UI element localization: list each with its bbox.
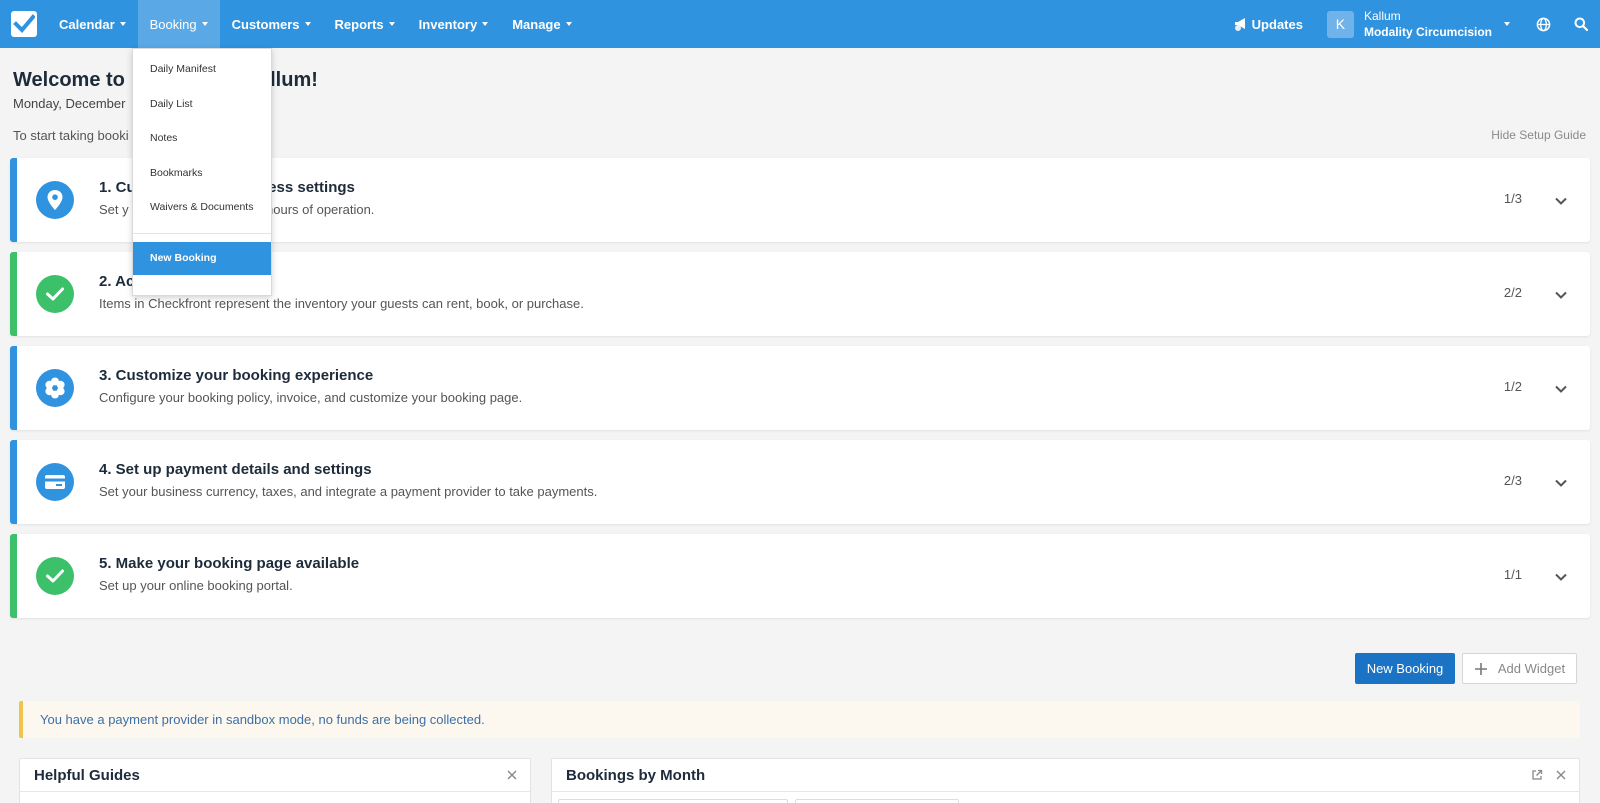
widget-divider bbox=[552, 791, 1579, 792]
nav-calendar-label: Calendar bbox=[59, 16, 115, 32]
current-date: Monday, December bbox=[13, 96, 126, 111]
step-progress: 1/2 bbox=[1503, 379, 1522, 394]
search-icon[interactable] bbox=[1562, 0, 1600, 48]
nav-reports[interactable]: Reports bbox=[323, 0, 407, 48]
step-description: Configure your booking policy, invoice, … bbox=[99, 390, 523, 405]
menu-item-notes[interactable]: Notes bbox=[133, 121, 271, 156]
sandbox-mode-alert: You have a payment provider in sandbox m… bbox=[19, 701, 1580, 738]
caret-down-icon bbox=[1504, 22, 1510, 26]
nav-inventory[interactable]: Inventory bbox=[407, 0, 501, 48]
date-range-select[interactable] bbox=[558, 799, 788, 803]
external-link-icon[interactable] bbox=[1531, 769, 1543, 781]
page-title: Welcome to allum! bbox=[13, 69, 318, 92]
nav-reports-label: Reports bbox=[334, 16, 384, 32]
nav-booking-label: Booking bbox=[149, 16, 197, 32]
check-icon bbox=[36, 275, 74, 313]
nav-manage-label: Manage bbox=[512, 16, 561, 32]
nav-customers-label: Customers bbox=[231, 16, 300, 32]
setup-step-5[interactable]: 5. Make your booking page available Set … bbox=[10, 534, 1590, 618]
close-icon[interactable] bbox=[1555, 769, 1567, 781]
step-title: 1. Cu ness settings bbox=[99, 179, 355, 196]
step-title: 5. Make your booking page available bbox=[99, 555, 360, 572]
caret-down-icon bbox=[482, 22, 489, 26]
step-progress: 1/1 bbox=[1503, 567, 1522, 582]
step-title-end: ness settings bbox=[259, 179, 355, 196]
menu-item-daily-manifest[interactable]: Daily Manifest bbox=[133, 52, 271, 87]
setup-intro-text: To start taking booki bbox=[13, 128, 129, 143]
widget-title: Helpful Guides bbox=[34, 767, 140, 784]
chevron-down-icon[interactable] bbox=[1554, 288, 1568, 302]
caret-down-icon bbox=[388, 22, 395, 26]
step-title: 2. Ac bbox=[99, 273, 135, 290]
globe-icon[interactable] bbox=[1524, 0, 1562, 48]
menu-item-new-booking[interactable]: New Booking bbox=[133, 241, 271, 275]
chevron-down-icon[interactable] bbox=[1554, 194, 1568, 208]
nav-inventory-label: Inventory bbox=[418, 16, 478, 32]
updates-label: Updates bbox=[1251, 16, 1303, 32]
caret-down-icon bbox=[119, 22, 126, 26]
gear-icon bbox=[36, 369, 74, 407]
step-title: 3. Customize your booking experience bbox=[99, 367, 374, 384]
step-progress: 1/3 bbox=[1503, 191, 1522, 206]
widget-divider bbox=[20, 791, 530, 792]
checkfront-logo-icon[interactable] bbox=[11, 11, 37, 37]
nav-manage[interactable]: Manage bbox=[500, 0, 583, 48]
close-icon[interactable] bbox=[506, 769, 518, 781]
hide-setup-guide-link[interactable]: Hide Setup Guide bbox=[1491, 128, 1586, 142]
location-pin-icon bbox=[36, 181, 74, 219]
caret-down-icon bbox=[201, 22, 208, 26]
new-booking-button[interactable]: New Booking bbox=[1355, 653, 1455, 684]
notification-dot-icon bbox=[1234, 24, 1241, 31]
caret-down-icon bbox=[304, 22, 311, 26]
chevron-down-icon[interactable] bbox=[1554, 382, 1568, 396]
chevron-down-icon[interactable] bbox=[1554, 570, 1568, 584]
nav-right: Updates K Kallum Modality Circumcision bbox=[1222, 0, 1600, 48]
caret-down-icon bbox=[565, 22, 572, 26]
user-name: Kallum bbox=[1363, 9, 1401, 23]
setup-step-3[interactable]: 3. Customize your booking experience Con… bbox=[10, 346, 1590, 430]
credit-card-icon bbox=[36, 463, 74, 501]
user-menu[interactable]: K Kallum Modality Circumcision bbox=[1326, 8, 1510, 40]
menu-item-daily-list[interactable]: Daily List bbox=[133, 87, 271, 122]
widget-title: Bookings by Month bbox=[566, 767, 706, 784]
menu-item-bookmarks[interactable]: Bookmarks bbox=[133, 156, 271, 191]
nav-booking[interactable]: Booking bbox=[137, 0, 220, 48]
page-title-start: Welcome to bbox=[13, 69, 125, 91]
step-description: Set y hours of operation. bbox=[99, 202, 374, 217]
add-widget-button[interactable]: Add Widget bbox=[1462, 653, 1577, 684]
updates-button[interactable]: Updates bbox=[1222, 17, 1315, 32]
check-icon bbox=[36, 557, 74, 595]
helpful-guides-widget: Helpful Guides bbox=[19, 758, 531, 803]
step-progress: 2/2 bbox=[1503, 285, 1522, 300]
step-desc-start: Set y bbox=[99, 202, 129, 217]
user-company: Modality Circumcision bbox=[1363, 25, 1492, 39]
bookings-by-month-widget: Bookings by Month bbox=[551, 758, 1580, 803]
chevron-down-icon[interactable] bbox=[1554, 476, 1568, 490]
nav-calendar[interactable]: Calendar bbox=[47, 0, 138, 48]
booking-dropdown-menu: Daily Manifest Daily List Notes Bookmark… bbox=[132, 48, 272, 296]
step-desc-end: hours of operation. bbox=[266, 202, 375, 217]
plus-icon bbox=[1474, 662, 1487, 675]
step-description: Set your business currency, taxes, and i… bbox=[99, 484, 598, 499]
step-description: Items in Checkfront represent the invent… bbox=[99, 296, 584, 311]
step-progress: 2/3 bbox=[1503, 473, 1522, 488]
menu-divider bbox=[133, 232, 271, 234]
setup-step-4[interactable]: 4. Set up payment details and settings S… bbox=[10, 440, 1590, 524]
step-title: 4. Set up payment details and settings bbox=[99, 461, 372, 478]
step-description: Set up your online booking portal. bbox=[99, 578, 293, 593]
avatar: K bbox=[1326, 10, 1354, 38]
add-widget-label: Add Widget bbox=[1497, 661, 1566, 676]
user-info: Kallum Modality Circumcision bbox=[1364, 8, 1492, 40]
filter-select[interactable] bbox=[795, 799, 959, 803]
top-navbar: Calendar Booking Customers Reports Inven… bbox=[0, 0, 1600, 48]
nav-customers[interactable]: Customers bbox=[220, 0, 323, 48]
menu-item-waivers-documents[interactable]: Waivers & Documents bbox=[133, 190, 271, 225]
step-title-start: 1. Cu bbox=[99, 179, 136, 196]
